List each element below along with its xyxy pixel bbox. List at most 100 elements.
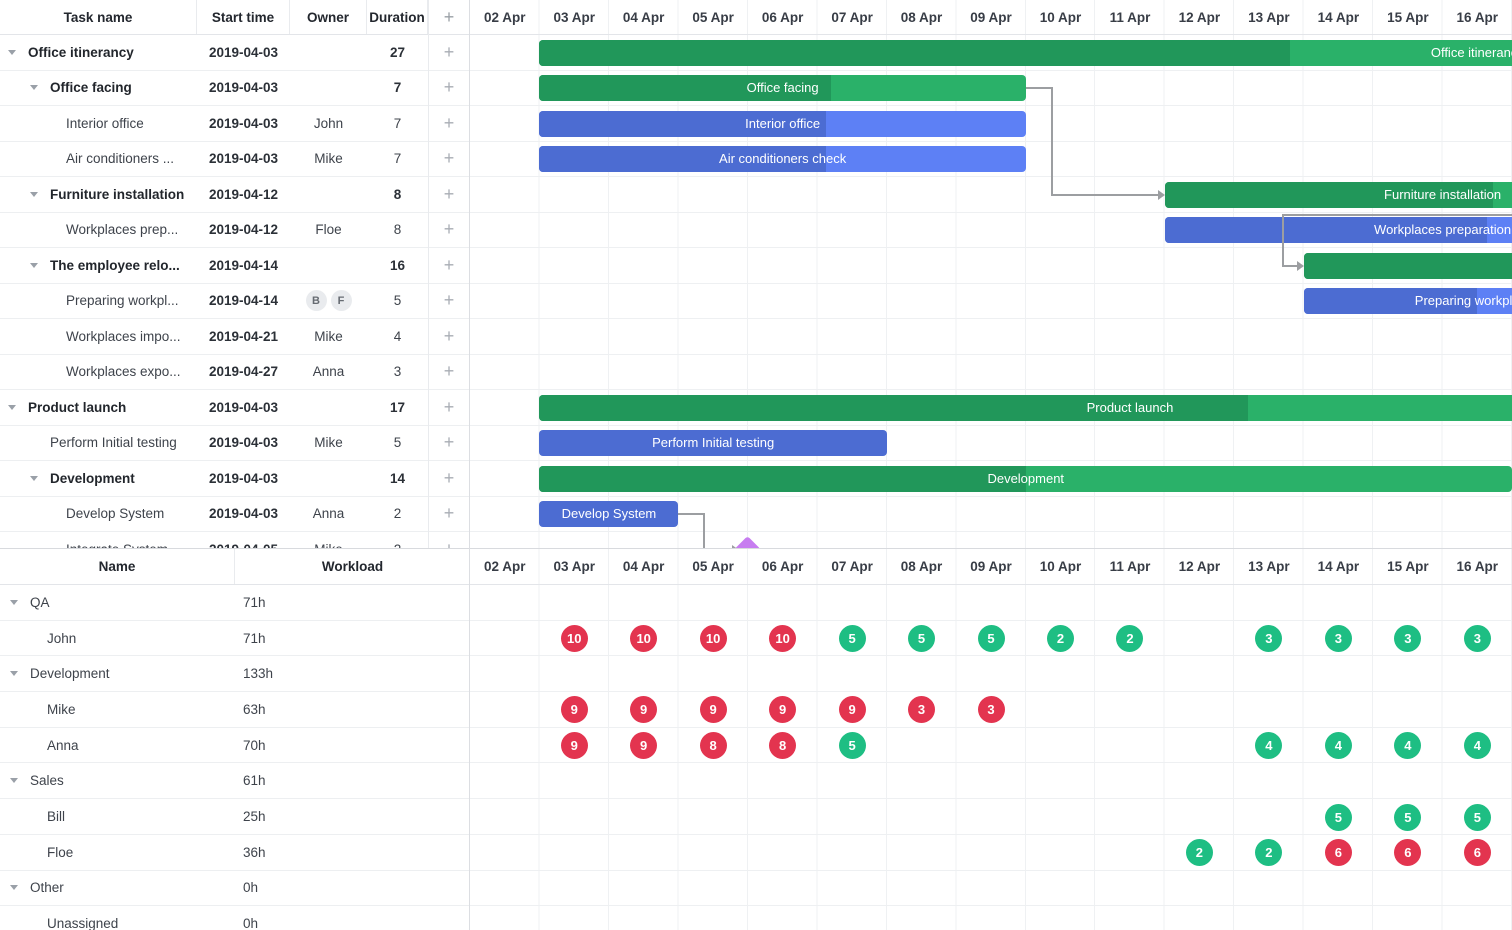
scale-date: 15 Apr [1373, 0, 1442, 34]
task-row[interactable]: Preparing workpl...2019-04-14BF5+ [0, 284, 470, 320]
workload-badge: 9 [561, 696, 588, 723]
add-subtask-button[interactable]: + [428, 532, 470, 549]
chart-row: Perform Initial testing [470, 426, 1512, 462]
chart-row: Interior office [470, 106, 1512, 142]
scale-date: 08 Apr [887, 0, 956, 34]
workload-row[interactable]: Bill25h [0, 799, 470, 835]
add-subtask-button[interactable]: + [428, 426, 470, 461]
project-bar[interactable]: Development [539, 466, 1512, 492]
workload-row[interactable]: Development133h [0, 656, 470, 692]
project-bar[interactable]: Office itinerancy [539, 40, 1512, 66]
grid-resizer[interactable] [469, 0, 470, 930]
chart-row [470, 319, 1512, 355]
collapse-caret[interactable] [10, 885, 18, 890]
add-subtask-button[interactable]: + [428, 355, 470, 390]
add-subtask-button[interactable]: + [428, 248, 470, 283]
chart-row: Preparing workplaces [470, 284, 1512, 320]
add-subtask-button[interactable]: + [428, 213, 470, 248]
add-subtask-button[interactable]: + [428, 142, 470, 177]
add-subtask-button[interactable]: + [428, 35, 470, 70]
task-bar[interactable]: Workplaces preparation [1165, 217, 1512, 243]
workload-row[interactable]: John71h [0, 621, 470, 657]
task-name: Perform Initial testing [50, 426, 177, 461]
add-subtask-button[interactable]: + [428, 390, 470, 425]
workload-badge: 3 [1325, 625, 1352, 652]
task-row[interactable]: Workplaces expo...2019-04-27Anna3+ [0, 355, 470, 391]
add-column-button[interactable]: + [428, 0, 470, 34]
scale-date: 09 Apr [956, 0, 1025, 34]
task-row[interactable]: The employee relo...2019-04-1416+ [0, 248, 470, 284]
collapse-caret[interactable] [10, 600, 18, 605]
add-subtask-button[interactable]: + [428, 106, 470, 141]
collapse-caret[interactable] [8, 50, 16, 55]
task-bar[interactable]: Preparing workplaces [1304, 288, 1512, 314]
collapse-caret[interactable] [10, 778, 18, 783]
collapse-caret[interactable] [30, 263, 38, 268]
task-owner: Anna [290, 355, 367, 390]
scale-date: 05 Apr [678, 0, 747, 34]
task-bar[interactable]: Perform Initial testing [539, 430, 886, 456]
bar-label: Air conditioners check [719, 146, 846, 172]
workload-badge: 8 [769, 732, 796, 759]
workload-badge: 9 [769, 696, 796, 723]
workload-row[interactable]: Other0h [0, 871, 470, 907]
task-bar[interactable]: Air conditioners check [539, 146, 1025, 172]
task-row[interactable]: Workplaces prep...2019-04-12Floe8+ [0, 213, 470, 249]
task-row[interactable]: Furniture installation2019-04-128+ [0, 177, 470, 213]
bar-label: Development [987, 466, 1064, 492]
project-bar[interactable]: Product launch [539, 395, 1512, 421]
add-subtask-button[interactable]: + [428, 461, 470, 496]
workload-row[interactable]: Sales61h [0, 764, 470, 800]
workload-badge: 2 [1047, 625, 1074, 652]
workload-row[interactable]: Unassigned0h [0, 906, 470, 930]
add-subtask-button[interactable]: + [428, 177, 470, 212]
project-bar[interactable]: Furniture installation [1165, 182, 1512, 208]
task-bar[interactable]: Interior office [539, 111, 1025, 137]
task-bar[interactable]: Develop System [539, 501, 678, 527]
link-line [678, 513, 703, 515]
task-grid-header: Task nameStart timeOwnerDuration+ [0, 0, 470, 35]
workload-row[interactable]: QA71h [0, 585, 470, 621]
task-name: Workplaces expo... [66, 355, 181, 390]
chart-row: Workplaces preparation [470, 213, 1512, 249]
task-row[interactable]: Development2019-04-0314+ [0, 461, 470, 497]
collapse-caret[interactable] [30, 85, 38, 90]
add-subtask-button[interactable]: + [428, 71, 470, 106]
chart-row: Office facing [470, 71, 1512, 107]
workload-row[interactable]: Mike63h [0, 692, 470, 728]
task-row[interactable]: Office facing2019-04-037+ [0, 71, 470, 107]
collapse-caret[interactable] [10, 671, 18, 676]
workload-chart-row: 10101010555223333 [470, 621, 1512, 657]
project-bar[interactable]: The employee relocation [1304, 253, 1512, 279]
add-subtask-button[interactable]: + [428, 497, 470, 532]
task-row[interactable]: Develop System2019-04-03Anna2+ [0, 497, 470, 533]
bar-label: Perform Initial testing [652, 430, 774, 456]
workload-chart-row [470, 764, 1512, 800]
project-bar[interactable]: Office facing [539, 75, 1025, 101]
owner-badge: B [306, 290, 327, 311]
task-row[interactable]: Office itinerancy2019-04-0327+ [0, 35, 470, 71]
task-start-time: 2019-04-03 [197, 390, 290, 425]
workload-chart-row [470, 906, 1512, 930]
task-row[interactable]: Interior office2019-04-03John7+ [0, 106, 470, 142]
task-row[interactable]: Air conditioners ...2019-04-03Mike7+ [0, 142, 470, 178]
collapse-caret[interactable] [30, 192, 38, 197]
task-row[interactable]: Integrate System2019-04-05Mike2+ [0, 532, 470, 549]
task-duration: 7 [367, 106, 428, 141]
collapse-caret[interactable] [30, 476, 38, 481]
workload-row[interactable]: Floe36h [0, 835, 470, 871]
task-row[interactable]: Product launch2019-04-0317+ [0, 390, 470, 426]
add-subtask-button[interactable]: + [428, 319, 470, 354]
workload-row[interactable]: Anna70h [0, 728, 470, 764]
collapse-caret[interactable] [8, 405, 16, 410]
scale-date: 14 Apr [1304, 549, 1373, 584]
add-subtask-button[interactable]: + [428, 284, 470, 319]
chart-row [470, 355, 1512, 391]
task-row[interactable]: Perform Initial testing2019-04-03Mike5+ [0, 426, 470, 462]
workload-badge: 9 [561, 732, 588, 759]
workload-badge: 9 [839, 696, 866, 723]
task-row[interactable]: Workplaces impo...2019-04-21Mike4+ [0, 319, 470, 355]
panel-splitter[interactable] [0, 548, 1512, 549]
resource-hours: 71h [243, 621, 266, 656]
chart-row [470, 532, 1512, 549]
